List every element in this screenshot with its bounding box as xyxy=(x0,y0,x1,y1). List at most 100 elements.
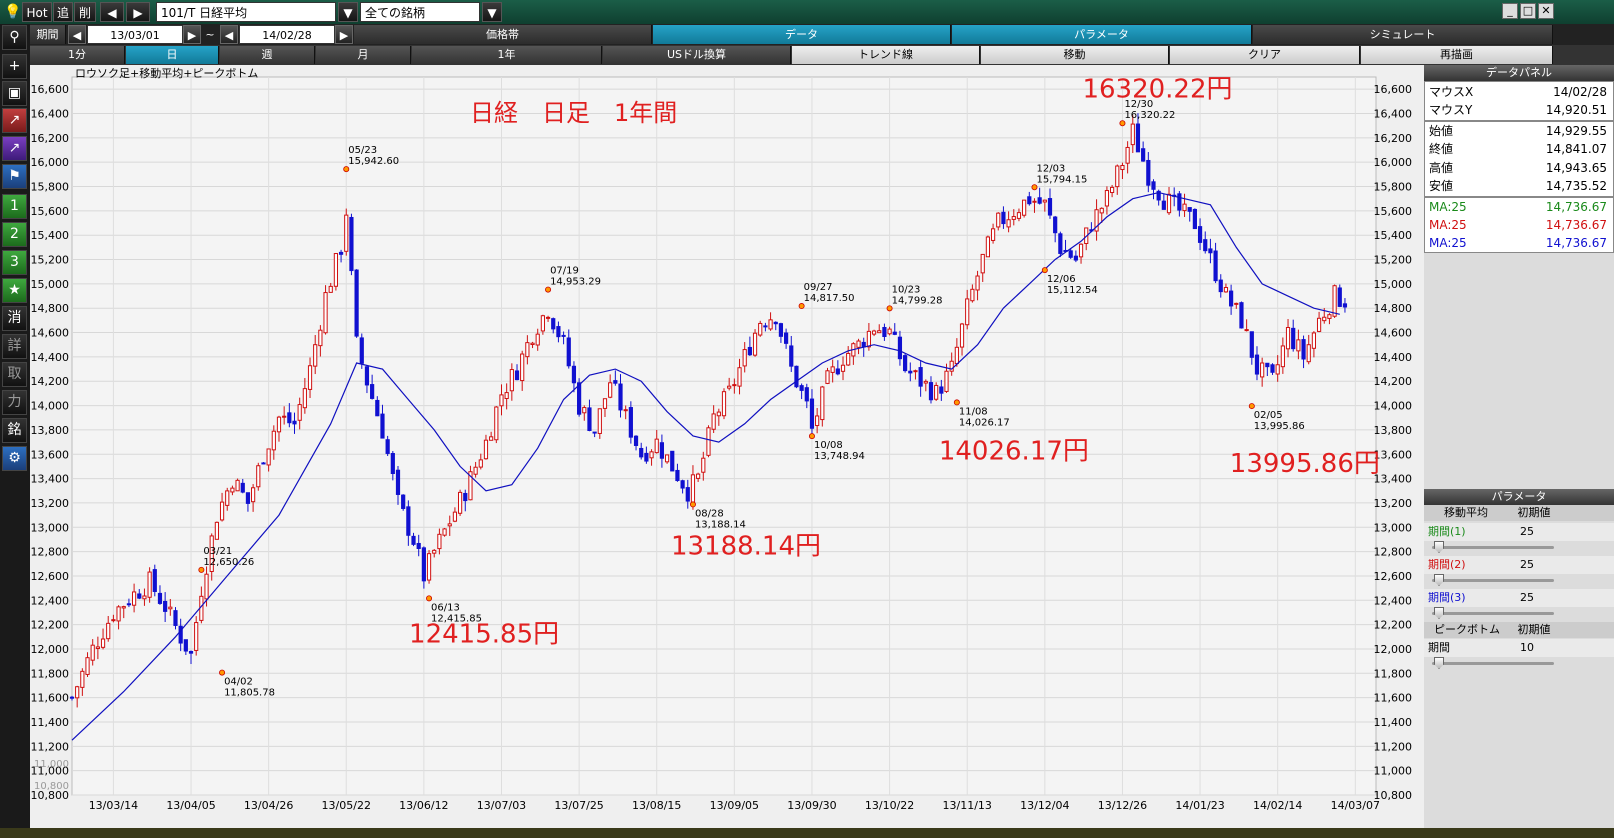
one-button[interactable]: 1 xyxy=(2,194,27,219)
search-icon[interactable]: ⚲ xyxy=(2,25,27,50)
period-row: 期間 ◀ 13/03/01 ▶ ~ ◀ 14/02/28 ▶ 価格帯 データ パ… xyxy=(0,24,1614,45)
universe-dropdown-button[interactable]: ▼ xyxy=(482,2,502,22)
close-icon[interactable]: ✕ xyxy=(1538,3,1554,19)
plus-icon[interactable]: + xyxy=(2,54,27,79)
ma-header-label: 移動平均 xyxy=(1444,506,1488,519)
next-symbol-button[interactable]: ▶ xyxy=(126,2,150,22)
tab-daily[interactable]: 日 xyxy=(126,46,219,64)
brand-button[interactable]: 銘 xyxy=(2,418,27,443)
add-button[interactable]: 追 xyxy=(53,2,73,22)
period2-row: 期間(2) 25 xyxy=(1424,556,1614,574)
x-tick-label: 13/09/30 xyxy=(787,799,836,812)
period2-value[interactable]: 25 xyxy=(1520,556,1534,574)
usd-convert-button[interactable]: USドル換算 xyxy=(603,46,791,64)
candle-body xyxy=(489,436,494,441)
open-label: 始値 xyxy=(1429,124,1454,138)
tab-simulate[interactable]: シミュレート xyxy=(1253,25,1553,44)
tab-1year[interactable]: 1年 xyxy=(412,46,602,64)
trendline-button[interactable]: トレンド線 xyxy=(792,46,980,64)
prev-symbol-button[interactable]: ◀ xyxy=(100,2,124,22)
candle-body xyxy=(1332,285,1337,317)
period1-value[interactable]: 25 xyxy=(1520,523,1534,541)
universe-select[interactable]: 全ての銘柄 xyxy=(360,2,480,22)
move-button[interactable]: 移動 xyxy=(981,46,1169,64)
candle-body xyxy=(571,365,577,384)
candle-body xyxy=(121,606,126,609)
candle-body xyxy=(1146,159,1151,186)
symbol-dropdown-button[interactable]: ▼ xyxy=(338,2,358,22)
three-button[interactable]: 3 xyxy=(2,250,27,275)
two-button[interactable]: 2 xyxy=(2,222,27,247)
y-tick-label-right: 13,000 xyxy=(1374,521,1413,534)
maximize-icon[interactable]: □ xyxy=(1520,3,1536,19)
period3-slider[interactable] xyxy=(1432,607,1554,619)
peak-reset-button[interactable]: 初期値 xyxy=(1514,622,1554,638)
x-tick-label: 13/03/14 xyxy=(89,799,138,812)
tab-parameters[interactable]: パラメータ xyxy=(952,25,1252,44)
x-tick-label: 13/04/26 xyxy=(244,799,293,812)
bottom-timeline-strip[interactable] xyxy=(0,828,1614,838)
minimize-icon[interactable]: _ xyxy=(1502,3,1518,19)
gear-icon[interactable]: ⚙ xyxy=(2,446,27,471)
tab-price-band[interactable]: 価格帯 xyxy=(354,25,652,44)
x-tick-label: 13/07/25 xyxy=(554,799,603,812)
star-button[interactable]: ★ xyxy=(2,278,27,303)
candle-body xyxy=(406,506,411,536)
peak-period-value[interactable]: 10 xyxy=(1520,639,1534,657)
peak-marker xyxy=(886,305,893,312)
candle-body xyxy=(649,451,654,459)
candle-body xyxy=(90,644,95,661)
date-from-input[interactable]: 13/03/01 xyxy=(87,25,183,44)
chart-red-icon[interactable]: ↗ xyxy=(2,108,27,133)
bottom-date-label: 08/28 xyxy=(695,508,724,519)
detail-button[interactable]: 詳 xyxy=(2,334,27,359)
candle-body xyxy=(1058,233,1063,254)
open-row: 始値 14,929.55 xyxy=(1425,122,1614,140)
overlay-label: 10,800 xyxy=(34,781,69,792)
peak-period-slider[interactable] xyxy=(1432,657,1554,669)
symbol-input[interactable]: 101/T 日経平均 xyxy=(156,2,336,22)
to-next-button[interactable]: ▶ xyxy=(335,25,353,44)
peak-marker xyxy=(198,566,205,573)
camera-icon[interactable]: ▣ xyxy=(2,81,27,106)
bulb-icon[interactable]: 💡 xyxy=(4,2,21,22)
candle-body xyxy=(313,344,318,367)
ma-reset-button[interactable]: 初期値 xyxy=(1514,505,1554,521)
erase-button[interactable]: 消 xyxy=(2,306,27,331)
from-prev-button[interactable]: ◀ xyxy=(68,25,86,44)
clear-button[interactable]: クリア xyxy=(1170,46,1360,64)
tab-monthly[interactable]: 月 xyxy=(316,46,411,64)
flag-icon[interactable]: ⚑ xyxy=(2,164,27,189)
period1-slider[interactable] xyxy=(1432,541,1554,553)
from-next-button[interactable]: ▶ xyxy=(183,25,201,44)
y-tick-label-right: 15,600 xyxy=(1374,205,1413,218)
tab-1min[interactable]: 1分 xyxy=(30,46,125,64)
candle-body xyxy=(959,323,965,348)
candle-body xyxy=(323,292,328,334)
candle-body xyxy=(535,333,540,346)
y-tick-label-right: 14,800 xyxy=(1374,302,1413,315)
take-button[interactable]: 取 xyxy=(2,362,27,387)
tab-data[interactable]: データ xyxy=(653,25,951,44)
redraw-button[interactable]: 再描画 xyxy=(1361,46,1553,64)
period-label: 期間 xyxy=(30,25,66,44)
tab-weekly[interactable]: 週 xyxy=(220,46,315,64)
candlestick-chart[interactable]: 16,600 16,600 16,400 16,400 16,200 16,200 16,0… xyxy=(30,65,1424,828)
y-tick-label-left: 14,800 xyxy=(31,302,70,315)
peak-marker xyxy=(1041,267,1048,274)
chart-area[interactable]: 16,600 16,600 16,400 16,400 16,200 16,200 16,0… xyxy=(30,65,1424,838)
y-tick-label-right: 16,000 xyxy=(1374,156,1413,169)
y-tick-label-right: 11,600 xyxy=(1374,692,1413,705)
period3-value[interactable]: 25 xyxy=(1520,589,1534,607)
candle-body xyxy=(654,438,659,454)
date-to-input[interactable]: 14/02/28 xyxy=(239,25,335,44)
force-button[interactable]: 力 xyxy=(2,390,27,415)
candle-body xyxy=(820,386,825,421)
candle-body xyxy=(856,340,861,348)
hot-button[interactable]: Hot xyxy=(22,2,52,22)
to-prev-button[interactable]: ◀ xyxy=(220,25,238,44)
period2-slider[interactable] xyxy=(1432,574,1554,586)
candle-body xyxy=(799,385,804,391)
chart-purple-icon[interactable]: ↗ xyxy=(2,136,27,161)
delete-button[interactable]: 削 xyxy=(74,2,96,22)
